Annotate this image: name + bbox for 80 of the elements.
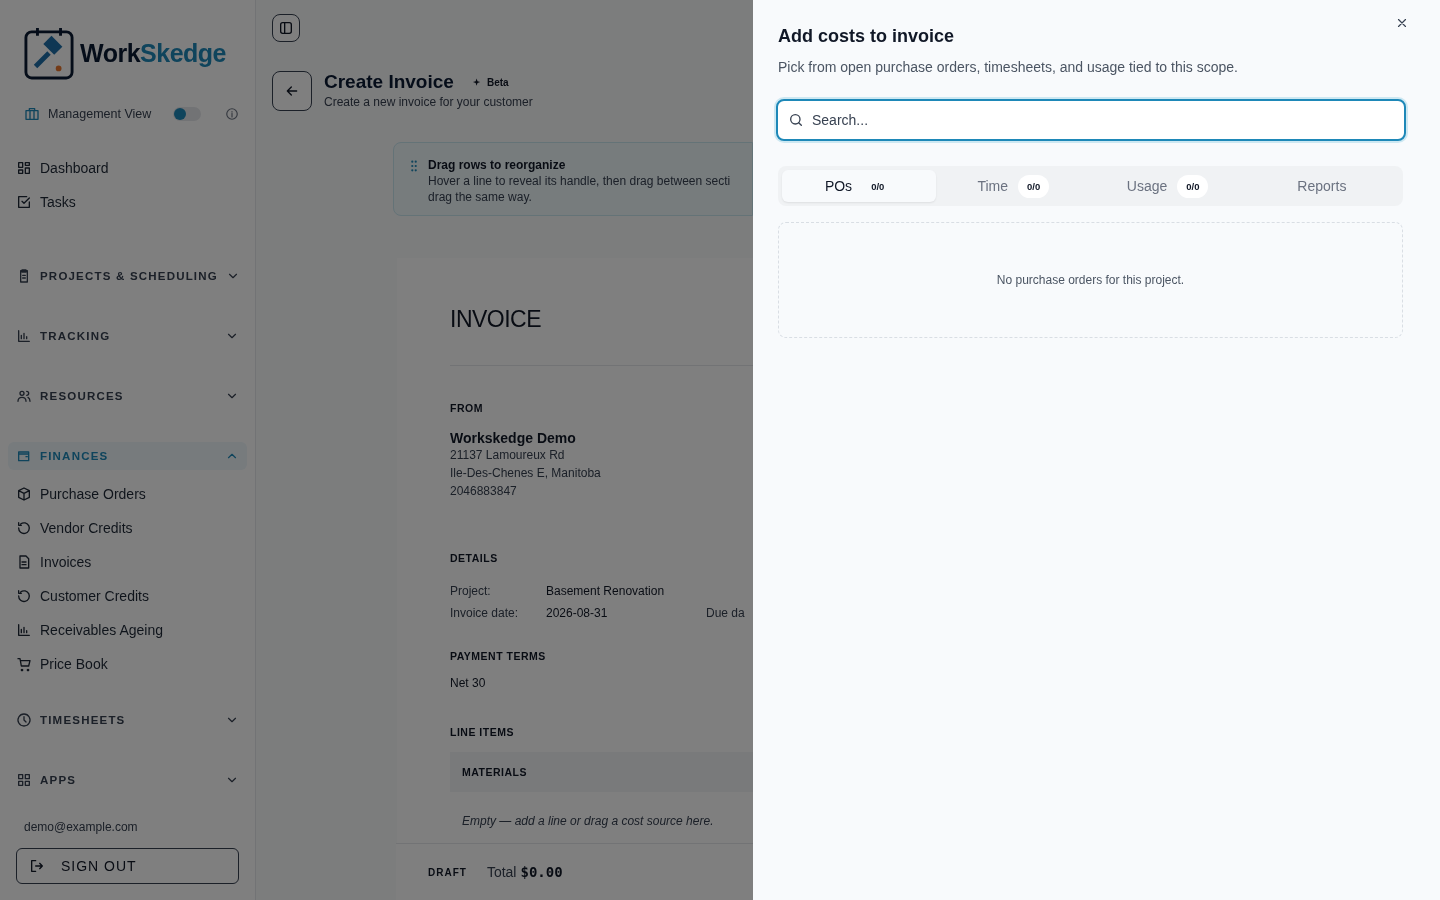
info-icon[interactable]: [225, 107, 239, 121]
total-value: $0.00: [520, 864, 563, 880]
address-line: Ile-Des-Chenes E, Manitoba: [450, 465, 601, 482]
user-email: demo@example.com: [23, 820, 139, 834]
briefcase-icon: [24, 106, 40, 122]
section-header[interactable]: TIMESHEETS: [8, 706, 247, 734]
beta-label: Beta: [486, 76, 509, 88]
grid-icon: [16, 160, 32, 176]
section-header[interactable]: RESOURCES: [8, 382, 247, 410]
invoice-heading: INVOICE: [450, 306, 542, 333]
nav-icon: [16, 486, 32, 502]
nav-item[interactable]: Invoices: [16, 552, 239, 572]
sidebar-toggle-button[interactable]: [272, 14, 300, 42]
nav-item[interactable]: Customer Credits: [16, 586, 239, 606]
logo-icon: [24, 26, 74, 80]
nav-item[interactable]: Dashboard: [16, 158, 239, 178]
logo-text: WorkSkedge: [80, 38, 226, 68]
management-view-label: Management View: [48, 107, 152, 121]
section-label: PAYMENT TERMS: [450, 650, 546, 662]
section-icon: [16, 772, 32, 788]
status-label: DRAFT: [428, 866, 467, 878]
group-header: MATERIALS: [450, 752, 753, 792]
count-label: 0/0: [870, 179, 886, 194]
nav-item[interactable]: Price Book: [16, 654, 239, 674]
company-name: Workskedge Demo: [450, 430, 576, 446]
nav-item[interactable]: Tasks: [16, 192, 239, 212]
close-icon: [1395, 16, 1409, 30]
nav-icon: [16, 520, 32, 536]
sign-out-icon: [29, 858, 45, 874]
section-label: DETAILS: [450, 552, 498, 564]
count-label: 0/0: [1018, 174, 1050, 198]
page-subtitle: Create a new invoice for your customer: [324, 95, 533, 109]
tab[interactable]: Time 0/0: [936, 170, 1091, 202]
detail-label: Project:: [450, 583, 492, 600]
nav-item[interactable]: Receivables Ageing: [16, 620, 239, 640]
section-icon: [16, 388, 32, 404]
drawer-subtitle: Pick from open purchase orders, timesheets, and usage tied to this scope.: [778, 59, 1239, 75]
nav-icon: [16, 622, 32, 638]
back-button[interactable]: [272, 71, 312, 111]
section-header[interactable]: PROJECTS & SCHEDULING: [8, 262, 247, 290]
nav-icon: [16, 656, 32, 672]
hint-text: Hover a line to reveal its handle, then drag between secti: [428, 173, 731, 189]
nav-icon: [16, 554, 32, 570]
section-header[interactable]: TRACKING: [8, 322, 247, 350]
nav-item[interactable]: Vendor Credits: [16, 518, 239, 538]
section-label: LINE ITEMS: [450, 726, 514, 738]
hint-title: Drag rows to reorganize: [428, 157, 567, 173]
hint-text: drag the same way.: [428, 189, 533, 205]
section-header[interactable]: FINANCES: [8, 442, 247, 470]
drag-handle-icon: [410, 160, 418, 172]
sign-out-button[interactable]: SIGN OUT: [16, 848, 239, 884]
detail-label: Due da: [706, 605, 746, 622]
search-field[interactable]: Search...: [776, 99, 1406, 141]
section-label: FROM: [450, 402, 483, 414]
detail-value: Basement Renovation: [546, 583, 666, 600]
tab[interactable]: POs 0/0: [782, 170, 937, 202]
address-line: 2046883847: [450, 483, 517, 500]
empty-message: Empty — add a line or drag a cost source here.: [462, 814, 714, 828]
tab[interactable]: Reports: [1244, 170, 1399, 202]
tab[interactable]: Usage 0/0: [1090, 170, 1245, 202]
address-line: 21137 Lamoureux Rd: [450, 447, 565, 464]
section-icon: [16, 448, 32, 464]
nav-item[interactable]: Purchase Orders: [16, 484, 239, 504]
management-view-toggle[interactable]: [173, 107, 201, 121]
total-label: Total: [486, 864, 517, 880]
checkbox-icon: [16, 194, 32, 210]
back-arrow-icon: [284, 83, 300, 99]
payment-terms: Net 30: [450, 676, 486, 690]
page-title: Create Invoice: [324, 71, 454, 93]
empty-message: No purchase orders for this project.: [996, 273, 1185, 287]
drawer-title: Add costs to invoice: [778, 26, 956, 47]
nav-icon: [16, 588, 32, 604]
detail-label: Invoice date:: [450, 605, 520, 622]
section-icon: [16, 328, 32, 344]
section-header[interactable]: APPS: [8, 766, 247, 794]
detail-value: 2026-08-31: [546, 605, 609, 622]
search-icon: [788, 112, 804, 128]
section-icon: [16, 712, 32, 728]
sidebar-panel-icon: [278, 20, 294, 36]
count-label: 0/0: [1177, 174, 1209, 198]
